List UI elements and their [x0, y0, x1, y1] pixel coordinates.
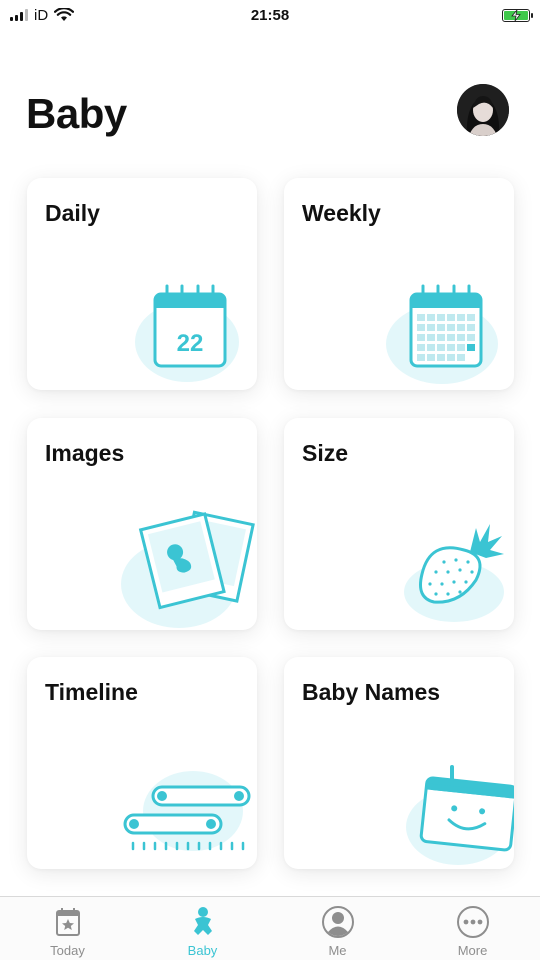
signal-icon: [10, 9, 28, 21]
card-weekly[interactable]: Weekly: [284, 178, 514, 390]
tab-label-today: Today: [50, 943, 85, 958]
ultrasound-photos-icon: [121, 510, 255, 628]
tab-label-me: Me: [328, 943, 347, 958]
card-title-timeline: Timeline: [45, 679, 138, 705]
tab-label-more: More: [457, 943, 488, 958]
page-title: Baby: [26, 90, 127, 137]
avatar-photo-icon: [457, 84, 509, 136]
status-bar: iD 21:58: [0, 0, 540, 30]
battery-icon: [502, 8, 533, 22]
card-title-images: Images: [45, 440, 125, 466]
card-title-baby-names: Baby Names: [302, 679, 441, 705]
card-size[interactable]: Size: [284, 418, 514, 630]
calendar-day-number: 22: [177, 330, 204, 357]
card-images[interactable]: Images: [27, 418, 257, 630]
calendar-star-icon: [55, 908, 80, 936]
tab-bar: Today Baby Me More: [0, 896, 540, 960]
more-dots-icon: [456, 906, 489, 938]
avatar[interactable]: [457, 84, 509, 136]
card-daily[interactable]: Daily 22: [27, 178, 257, 390]
tab-baby[interactable]: Baby: [135, 897, 270, 960]
card-title-size: Size: [302, 440, 349, 466]
card-title-daily: Daily: [45, 200, 100, 226]
card-timeline[interactable]: Timeline: [27, 657, 257, 869]
strawberry-icon: [404, 524, 504, 622]
tab-today[interactable]: Today: [0, 897, 135, 960]
tab-me[interactable]: Me: [270, 897, 405, 960]
calendar-week-icon: [386, 284, 498, 384]
baby-icon: [193, 907, 212, 935]
card-title-weekly: Weekly: [302, 200, 381, 226]
carrier-label: iD: [34, 6, 49, 24]
status-time: 21:58: [250, 6, 290, 24]
card-baby-names[interactable]: Baby Names: [284, 657, 514, 869]
person-icon: [321, 906, 354, 938]
wifi-icon: [54, 8, 75, 21]
calendar-day-icon: 22: [135, 284, 239, 382]
tab-more[interactable]: More: [405, 897, 540, 960]
status-left: iD: [10, 6, 75, 24]
name-tag-icon: [406, 765, 514, 865]
timeline-icon: [123, 771, 251, 851]
tab-label-baby: Baby: [187, 943, 218, 958]
